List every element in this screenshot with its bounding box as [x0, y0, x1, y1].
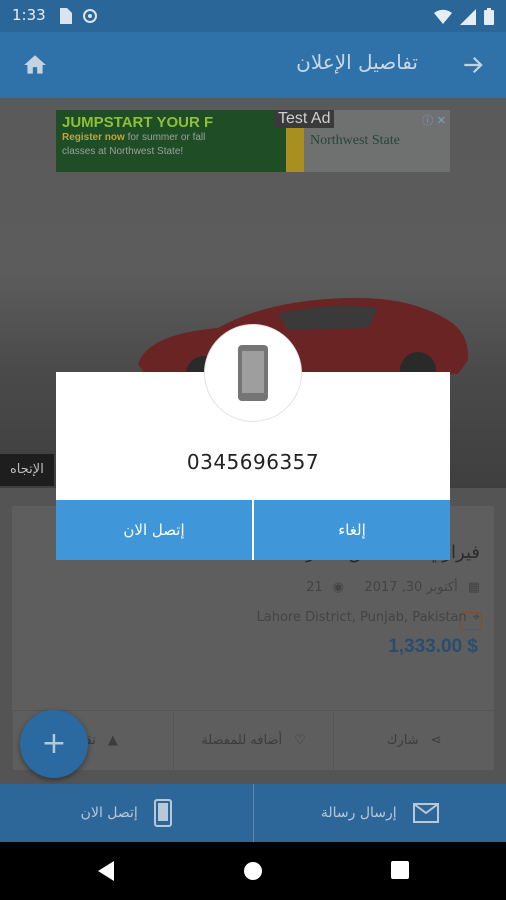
ad-advertiser-name: Northwest State: [310, 133, 400, 148]
mail-icon: [412, 803, 439, 823]
calendar-icon: ▦: [467, 580, 480, 595]
share-button[interactable]: شارك ⋖: [333, 711, 494, 770]
smartphone-icon: [238, 345, 268, 401]
status-time: 1:33: [12, 6, 46, 24]
ad-line1-rest: for summer or fall: [124, 132, 206, 143]
recents-nav-icon[interactable]: [391, 861, 409, 879]
dialog-phone-badge: [204, 324, 302, 422]
listing-views-wrap: 21 ◉: [306, 580, 344, 595]
ad-banner[interactable]: JUMPSTART YOUR F Register now for summer…: [56, 110, 450, 172]
wifi-icon: [434, 9, 452, 24]
call-now-bottom-button[interactable]: إتصل الان: [0, 784, 253, 842]
listing-meta: أكتوبر 30, 2017 ▦: [364, 580, 480, 595]
dialog-phone-number[interactable]: 0345696357: [56, 450, 450, 474]
ad-line1: Register now for summer or fall: [62, 131, 280, 145]
share-label: شارك: [386, 733, 419, 748]
dialog-buttons: إتصل الان إلغاء: [56, 500, 450, 560]
bottom-action-bar: إتصل الان إرسال رسالة: [0, 784, 506, 842]
warning-icon: ▲: [107, 733, 118, 748]
listing-price: 1,333.00 $: [388, 636, 478, 657]
call-now-label: إتصل الان: [80, 805, 138, 821]
dialog-call-now-button[interactable]: إتصل الان: [56, 500, 252, 560]
home-nav-icon[interactable]: [243, 861, 263, 881]
page-title: تفاصيل الإعلان: [296, 50, 418, 74]
arrow-right-icon[interactable]: [460, 52, 486, 78]
app-bar: تفاصيل الإعلان: [0, 32, 506, 98]
eye-icon: ◉: [332, 580, 344, 595]
share-icon: ⋖: [430, 733, 442, 748]
direction-label: الإتجاه: [0, 454, 54, 486]
ad-line1-highlight: Register now: [62, 132, 125, 143]
add-fab-button[interactable]: +: [20, 710, 88, 778]
dialog-cancel-button[interactable]: إلغاء: [252, 500, 450, 560]
send-message-button[interactable]: إرسال رسالة: [252, 784, 506, 842]
listing-location: Lahore District, Punjab, Pakistan: [256, 610, 467, 625]
home-icon[interactable]: [22, 52, 48, 78]
signal-icon: [460, 8, 476, 25]
ad-text-panel: JUMPSTART YOUR F Register now for summer…: [56, 110, 286, 172]
send-message-label: إرسال رسالة: [320, 805, 397, 821]
status-bar: 1:33: [0, 0, 506, 32]
ad-info-icon[interactable]: ⓘ ✕: [422, 112, 446, 128]
ad-headline: JUMPSTART YOUR F: [62, 114, 214, 131]
data-saver-icon: [83, 9, 97, 23]
favorite-button[interactable]: أضافه للمفضلة ♡: [172, 711, 334, 770]
phone-icon: [153, 799, 172, 827]
listing-views: 21: [306, 580, 323, 595]
ad-line2: classes at Northwest State!: [62, 146, 184, 157]
location-pin-icon: ⌖: [472, 610, 480, 625]
test-ad-label: Test Ad: [274, 110, 335, 128]
favorite-label: أضافه للمفضلة: [201, 733, 283, 748]
back-nav-icon[interactable]: [96, 861, 116, 881]
listing-location-wrap: Lahore District, Punjab, Pakistan ⌖: [257, 610, 481, 625]
heart-icon: ♡: [294, 733, 306, 748]
listing-date: أكتوبر 30, 2017: [364, 580, 458, 595]
sim-icon: [60, 8, 72, 24]
system-nav-bar: [0, 842, 506, 900]
battery-icon: [484, 8, 494, 25]
